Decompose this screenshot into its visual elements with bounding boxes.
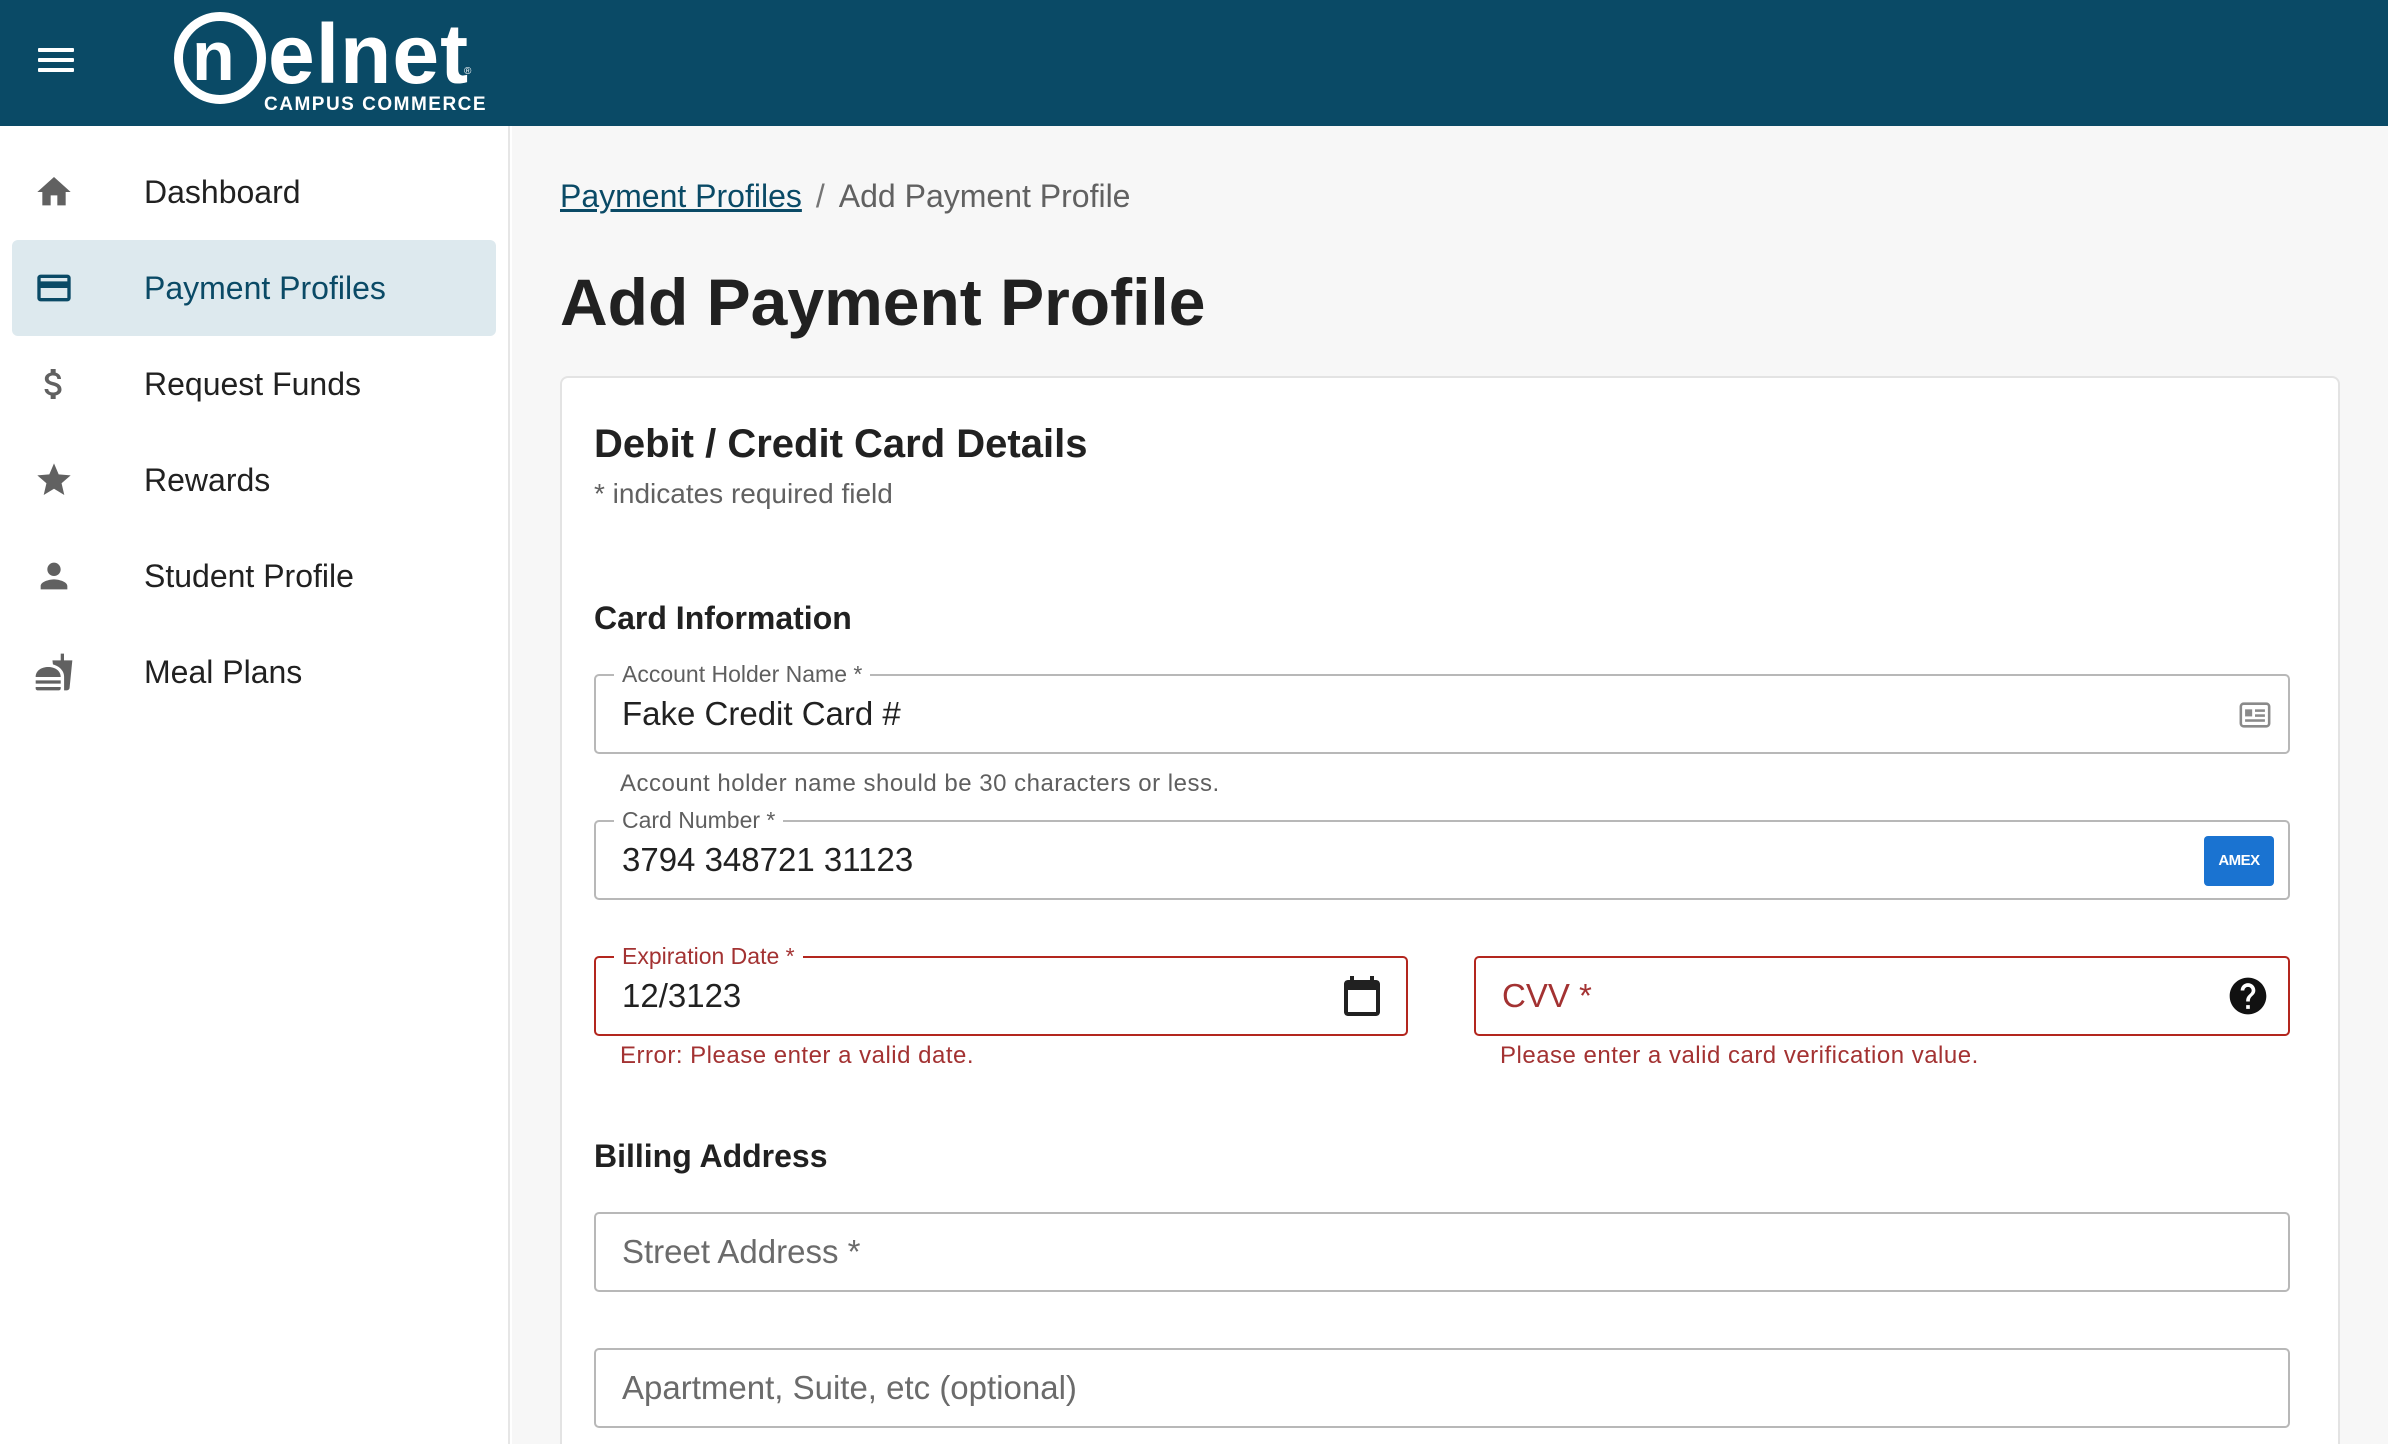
sidebar-item-label: Rewards (144, 462, 271, 498)
help-icon[interactable] (2226, 974, 2270, 1018)
dollar-icon (44, 369, 62, 399)
sidebar-nav: Dashboard Payment Profiles Request Funds… (0, 126, 510, 1444)
calendar-icon[interactable] (1338, 972, 1386, 1020)
card-number-value: 3794 348721 31123 (622, 841, 914, 878)
sidebar-item-label: Request Funds (144, 366, 362, 402)
required-field-note: * indicates required field (594, 478, 893, 509)
contact-card-icon (2239, 702, 2271, 728)
sidebar-item-dashboard[interactable]: Dashboard (12, 144, 496, 240)
sidebar-item-rewards[interactable]: Rewards (12, 432, 496, 528)
logo-letter: n (192, 17, 235, 95)
apartment-placeholder: Apartment, Suite, etc (optional) (622, 1369, 1077, 1406)
sidebar-item-label: Meal Plans (144, 654, 303, 690)
person-icon (40, 562, 68, 590)
account-holder-name-value: Fake Credit Card # (622, 695, 901, 732)
card-number-field[interactable]: Card Number * 3794 348721 31123 AMEX (594, 806, 2290, 900)
logo-subtitle: CAMPUS COMMERCE (264, 94, 488, 115)
sidebar-item-label: Dashboard (144, 174, 301, 210)
main-content: Payment Profiles / Add Payment Profile Add… (512, 126, 2388, 1444)
card-details-form: Debit / Credit Card Details * indicates … (560, 376, 2340, 1444)
breadcrumb-separator: / (815, 178, 825, 214)
expiration-date-value: 12/3123 (622, 977, 742, 1014)
sidebar-item-label: Payment Profiles (144, 270, 386, 306)
credit-card-icon (37, 274, 71, 302)
breadcrumb-current: Add Payment Profile (838, 178, 1131, 214)
breadcrumb-link-payment-profiles[interactable]: Payment Profiles (560, 178, 802, 214)
sidebar-item-label: Student Profile (144, 558, 354, 594)
home-icon (37, 177, 71, 206)
meal-icon (35, 653, 73, 691)
expiration-date-field[interactable]: Expiration Date * 12/3123 (594, 942, 1408, 1036)
logo-word: elnet (268, 7, 470, 101)
star-icon (37, 463, 71, 495)
nelnet-logo[interactable]: n elnet ® CAMPUS COMMERCE (174, 7, 494, 118)
card-information-heading: Card Information (594, 600, 852, 636)
street-address-placeholder: Street Address * (622, 1233, 861, 1270)
breadcrumb: Payment Profiles / Add Payment Profile (560, 178, 1130, 215)
form-title: Debit / Credit Card Details (594, 422, 1088, 466)
cvv-placeholder: CVV * (1502, 977, 1592, 1014)
billing-address-heading: Billing Address (594, 1138, 828, 1174)
apartment-field[interactable]: Apartment, Suite, etc (optional) (594, 1348, 2290, 1428)
page-title: Add Payment Profile (560, 265, 1206, 339)
account-holder-name-helper: Account holder name should be 30 charact… (620, 770, 1220, 797)
cvv-field[interactable]: CVV * (1474, 956, 2290, 1036)
hamburger-menu-icon[interactable] (30, 42, 82, 82)
street-address-field[interactable]: Street Address * (594, 1212, 2290, 1292)
account-holder-name-field[interactable]: Account Holder Name * Fake Credit Card # (594, 660, 2290, 754)
sidebar-item-meal-plans[interactable]: Meal Plans (12, 624, 496, 720)
expiration-date-error: Error: Please enter a valid date. (620, 1042, 975, 1069)
sidebar-item-student-profile[interactable]: Student Profile (12, 528, 496, 624)
cvv-error: Please enter a valid card verification v… (1500, 1042, 1979, 1069)
sidebar-item-request-funds[interactable]: Request Funds (12, 336, 496, 432)
amex-logo-icon: AMEX (2204, 836, 2274, 886)
sidebar-item-payment-profiles[interactable]: Payment Profiles (12, 240, 496, 336)
top-app-bar: n elnet ® CAMPUS COMMERCE (0, 0, 2388, 126)
logo-trademark: ® (464, 66, 472, 77)
